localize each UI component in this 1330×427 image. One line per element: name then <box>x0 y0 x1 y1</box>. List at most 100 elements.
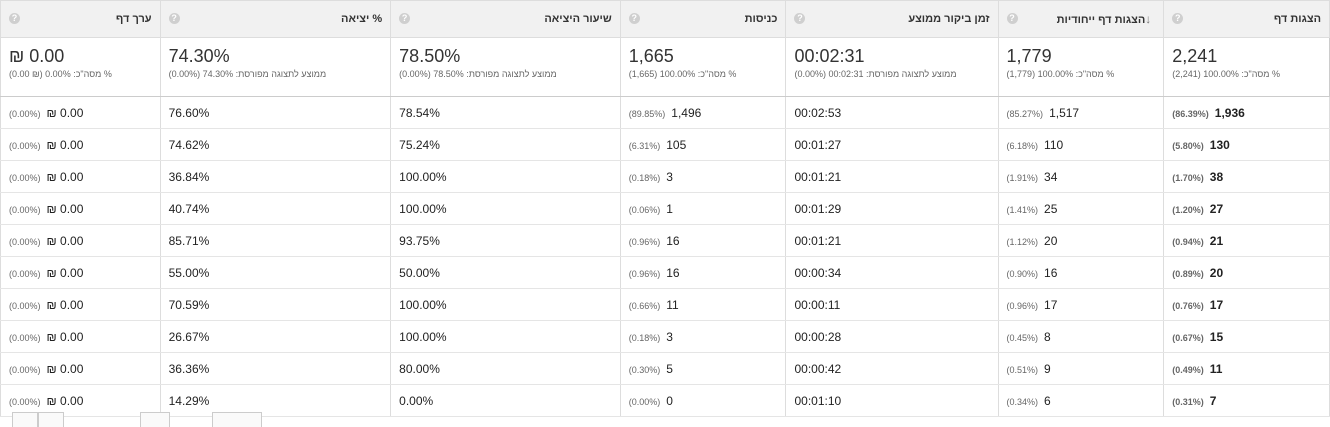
help-icon[interactable]: ? <box>399 13 411 24</box>
cell-value: 20 <box>1044 233 1058 248</box>
cell-entrances: (0.30%) 5 <box>619 352 787 385</box>
cell-value: ₪ 0.00 <box>46 105 84 120</box>
help-icon[interactable]: ? <box>794 13 806 24</box>
col-header-avg-time[interactable]: זמן ביקור ממוצע? <box>785 0 999 38</box>
cell-bounce-rate: 78.54% <box>390 96 621 129</box>
cell-value: 55.00% <box>168 265 210 280</box>
cell-avg-time: 00:01:21 <box>785 224 999 257</box>
share-percent: (1.70%) <box>1172 172 1204 183</box>
summary-unique-pageviews: 1,779% מסה"כ: 100.00% (1,779) <box>997 37 1165 97</box>
table-row[interactable]: (0.94%) 21 (1.12%) 20 00:01:21 (0.96%) 16 93.75… <box>0 224 1330 257</box>
cell-entrances: (6.31%) 105 <box>619 128 787 161</box>
cell-page-value: (0.00%) ₪ 0.00 <box>0 352 161 385</box>
share-percent: (0.00%) <box>9 236 41 247</box>
table-row[interactable]: (86.39%) 1,936 (85.27%) 1,517 00:02:53 (89.85… <box>0 96 1330 129</box>
table-row[interactable]: (0.76%) 17 (0.96%) 17 00:00:11 (0.66%) 11 100.0… <box>0 288 1330 321</box>
cell-pageviews: (1.20%) 27 <box>1163 192 1330 225</box>
cell-entrances: (0.96%) 16 <box>619 256 787 289</box>
cell-exit-pct: 36.84% <box>159 160 392 193</box>
share-percent: (0.67%) <box>1172 332 1204 343</box>
cell-unique-pageviews: (1.91%) 34 <box>997 160 1165 193</box>
cell-value: 00:01:27 <box>794 137 842 152</box>
cell-value: 7 <box>1209 393 1217 408</box>
cell-value: 00:01:21 <box>794 233 842 248</box>
help-icon[interactable]: ? <box>168 13 180 24</box>
cell-value: ₪ 0.00 <box>46 329 84 344</box>
cell-entrances: (0.66%) 11 <box>619 288 787 321</box>
cell-exit-pct: 85.71% <box>159 224 392 257</box>
cell-unique-pageviews: (0.90%) 16 <box>997 256 1165 289</box>
help-icon[interactable]: ? <box>1172 13 1184 24</box>
table-row[interactable]: (5.80%) 130 (6.18%) 110 00:01:27 (6.31%) 105 75… <box>0 128 1330 161</box>
cell-value: 75.24% <box>399 137 440 152</box>
cell-value: ₪ 0.00 <box>46 393 84 408</box>
col-header-pageviews[interactable]: הצגות דף? <box>1163 0 1330 38</box>
cell-bounce-rate: 100.00% <box>390 320 621 353</box>
cell-value: 25 <box>1044 201 1058 216</box>
cell-value: 20 <box>1209 265 1224 280</box>
table-row[interactable]: (0.49%) 11 (0.51%) 9 00:00:42 (0.30%) 5 80.00% 3… <box>0 352 1330 385</box>
cell-pageviews: (0.89%) 20 <box>1163 256 1330 289</box>
summary-avg-time: 00:02:31 ממוצע לתצוגה מפורסת: 00:02:31 (0… <box>785 37 999 97</box>
cell-pageviews: (0.49%) 11 <box>1163 352 1330 385</box>
cell-value: 5 <box>666 361 673 376</box>
cell-unique-pageviews: (1.41%) 25 <box>997 192 1165 225</box>
cell-bounce-rate: 50.00% <box>390 256 621 289</box>
cell-bounce-rate: 100.00% <box>390 288 621 321</box>
help-icon[interactable]: ? <box>1006 13 1018 24</box>
share-percent: (0.30%) <box>628 364 661 375</box>
cell-value: 00:00:11 <box>794 297 841 312</box>
cell-pageviews: (5.80%) 130 <box>1163 128 1330 161</box>
share-percent: (0.00%) <box>9 204 41 215</box>
cell-avg-time: 00:01:27 <box>785 128 999 161</box>
share-percent: (0.00%) <box>9 364 41 375</box>
col-header-unique-pageviews[interactable]: ↓הצגות דף ייחודיות? <box>997 0 1165 38</box>
table-row[interactable]: (0.67%) 15 (0.45%) 8 00:00:28 (0.18%) 3 100.00%… <box>0 320 1330 353</box>
cell-value: 15 <box>1209 329 1224 344</box>
share-percent: (0.96%) <box>628 236 661 247</box>
cell-value: 6 <box>1044 393 1051 408</box>
cell-value: 17 <box>1209 297 1224 312</box>
cell-bounce-rate: 93.75% <box>390 224 621 257</box>
col-header-bounce-rate[interactable]: שיעור היציאה? <box>390 0 621 38</box>
cell-value: 8 <box>1044 329 1051 344</box>
cell-avg-time: 00:01:21 <box>785 160 999 193</box>
cell-value: 130 <box>1209 137 1230 152</box>
cell-value: 16 <box>666 233 680 248</box>
share-percent: (0.06%) <box>628 204 661 215</box>
cell-page-value: (0.00%) ₪ 0.00 <box>0 224 161 257</box>
help-icon[interactable]: ? <box>628 13 640 24</box>
col-header-entrances[interactable]: כניסות? <box>619 0 787 38</box>
share-percent: (0.90%) <box>1006 268 1039 279</box>
share-percent: (1.20%) <box>1172 204 1204 215</box>
cell-value: 34 <box>1044 169 1058 184</box>
share-percent: (0.00%) <box>9 396 41 407</box>
cell-value: 00:01:10 <box>794 393 842 408</box>
help-icon[interactable]: ? <box>9 13 20 24</box>
table-row[interactable]: (1.70%) 38 (1.91%) 34 00:01:21 (0.18%) 3 100.00… <box>0 160 1330 193</box>
cell-unique-pageviews: (6.18%) 110 <box>997 128 1165 161</box>
col-header-exit-pct[interactable]: % יציאה? <box>159 0 392 38</box>
sort-desc-arrow-icon[interactable]: ↓ <box>1145 12 1151 26</box>
table-row[interactable]: (1.20%) 27 (1.41%) 25 00:01:29 (0.06%) 1 100.00… <box>0 192 1330 225</box>
cell-entrances: (0.06%) 1 <box>619 192 787 225</box>
cell-value: 1,517 <box>1049 105 1080 120</box>
share-percent: (5.80%) <box>1172 140 1204 151</box>
cell-entrances: (0.96%) 16 <box>619 224 787 257</box>
cell-value: 00:00:34 <box>794 265 842 280</box>
cell-page-value: (0.00%) ₪ 0.00 <box>0 288 161 321</box>
share-percent: (0.96%) <box>628 268 661 279</box>
cell-unique-pageviews: (0.51%) 9 <box>997 352 1165 385</box>
cell-page-value: (0.00%) ₪ 0.00 <box>0 256 161 289</box>
share-percent: (0.00%) <box>628 396 661 407</box>
header-row: הצגות דף? ↓הצגות דף ייחודיות? זמן ביקור … <box>0 0 1330 38</box>
col-header-page-value[interactable]: ערך דף? <box>0 0 161 38</box>
share-percent: (0.66%) <box>628 300 661 311</box>
cell-value: ₪ 0.00 <box>46 297 84 312</box>
cell-bounce-rate: 75.24% <box>390 128 621 161</box>
share-percent: (0.96%) <box>1006 300 1039 311</box>
table-row[interactable]: (0.89%) 20 (0.90%) 16 00:00:34 (0.96%) 16 50.00… <box>0 256 1330 289</box>
cell-avg-time: 00:00:28 <box>785 320 999 353</box>
cell-value: 100.00% <box>399 201 447 216</box>
cell-exit-pct: 70.59% <box>159 288 392 321</box>
